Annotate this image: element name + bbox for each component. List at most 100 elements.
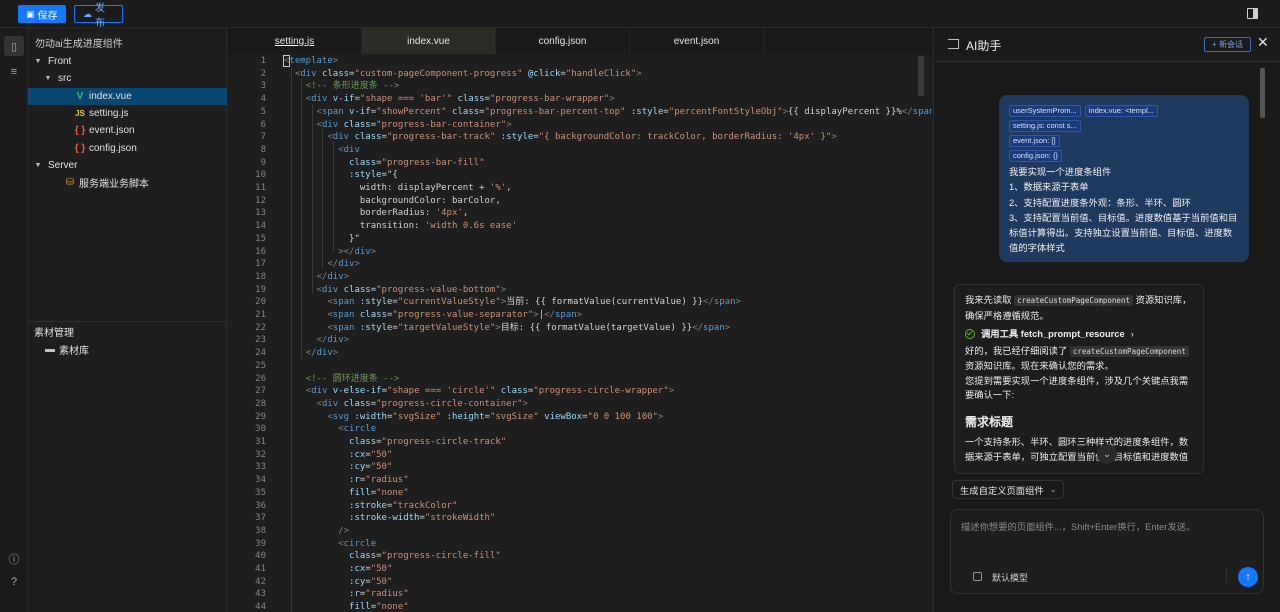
vue-file-icon: V (76, 90, 84, 102)
tree-item[interactable]: { } config.json (28, 140, 227, 157)
files-icon[interactable]: ▯ (4, 36, 24, 56)
activity-bar: ▯ ≡ ⓘ ? (0, 28, 28, 612)
tree-item[interactable]: Vindex.vue (28, 87, 227, 105)
code-line: 17 </div> (228, 258, 908, 271)
info-icon[interactable]: ⓘ (4, 549, 24, 569)
json-file-icon: { } (74, 125, 86, 137)
code-text: borderRadius: '4px', (284, 208, 469, 219)
code-line: 23 </div> (228, 334, 908, 347)
model-icon (973, 572, 982, 581)
code-line: 2 <div class="custom-pageComponent-progr… (228, 68, 908, 81)
context-chip[interactable]: index.vue: <templ... (1084, 105, 1159, 117)
layout-toggle-icon[interactable] (1247, 8, 1258, 19)
editor-scrollbar[interactable] (918, 56, 924, 96)
line-number: 26 (255, 373, 266, 384)
editor-tab[interactable]: event.json (630, 28, 764, 54)
context-chip[interactable]: config.json: {} (1009, 150, 1063, 162)
file-explorer: 勿动ai生成进度组件 ▼ Front ▼ src Vindex.vue JS setting… (28, 28, 227, 612)
line-number: 25 (255, 360, 266, 371)
line-number: 24 (255, 348, 266, 359)
code-line: 10 :style="{ (228, 169, 908, 182)
scroll-down-button[interactable]: ⌄ (1097, 444, 1117, 464)
editor-tab[interactable]: index.vue (362, 28, 496, 54)
code-text: <div v-else-if="shape === 'circle'" clas… (305, 386, 675, 397)
cloud-upload-icon: ☁ (83, 8, 92, 19)
tree-item[interactable]: JS setting.js (28, 105, 227, 122)
user-message-text: 我要实现一个进度条组件 1、数据来源于表单 2、支持配置进度条外观：条形、半环、圆环… (1009, 165, 1239, 257)
code-text: class="progress-circle-track" (349, 437, 507, 447)
chevron-down-icon: ▼ (44, 75, 52, 83)
tree-item[interactable]: ▼ Front (28, 53, 227, 70)
line-number: 33 (255, 462, 266, 473)
code-line: 30 <circle (228, 423, 908, 436)
chevron-down-icon: ▼ (34, 161, 42, 169)
save-button[interactable]: ▣ 保存 (18, 5, 66, 23)
code-text: fill="none" (349, 487, 409, 498)
top-toolbar: ▣ 保存 ☁ 发布 (0, 0, 1280, 29)
code-text: <circle (338, 424, 377, 435)
intro-text: 我来先读取 (965, 295, 1012, 305)
line-number: 13 (255, 208, 266, 219)
code-line: 35 fill="none" (228, 487, 908, 500)
mode-select-value: 生成自定义页面组件 (960, 485, 1044, 496)
line-number: 6 (260, 119, 266, 130)
code-text: :style="{ (349, 170, 398, 181)
read-text: 好的，我已经仔细阅读了 (965, 345, 1068, 356)
chat-input-box: 默认模型 ↑ (950, 509, 1264, 594)
editor-tab[interactable]: setting.js (228, 28, 362, 54)
close-icon[interactable]: ✕ (1257, 34, 1269, 51)
code-line: 42 :cy="50" (228, 576, 908, 589)
code-text: ></div> (338, 246, 377, 257)
code-text: </div> (305, 348, 339, 359)
tree-item-label: setting.js (89, 107, 129, 119)
folder-icon: ▬ (45, 344, 55, 355)
code-text: <circle (338, 538, 377, 549)
publish-button[interactable]: ☁ 发布 (74, 3, 123, 29)
send-button[interactable]: ↑ (1238, 567, 1258, 587)
line-number: 11 (255, 183, 266, 193)
database-icon[interactable]: ≡ (4, 62, 24, 82)
context-chip[interactable]: setting.js: const s... (1009, 120, 1081, 132)
ai-sidebar-icon (948, 39, 959, 49)
context-chip[interactable]: userSystemProm... (1009, 105, 1081, 117)
tree-item[interactable]: ⛁ 服务端业务脚本 (28, 174, 227, 191)
tree-item[interactable]: ▼ Server (28, 157, 227, 174)
code-area[interactable]: 1 <template> 2 <div class="custom-pageComp… (228, 54, 932, 612)
code-line: 21 <span class="progress-value-separator… (228, 309, 908, 322)
code-line: 22 <span :style="targetValueStyle">目标: {… (228, 322, 908, 335)
tool-call-row[interactable]: 调用工具 fetch_prompt_resource › (965, 327, 1193, 342)
materials-section-header[interactable]: 素材管理 (28, 321, 227, 341)
code-text: <!-- 圆环进度条 --> (284, 373, 400, 384)
chat-input[interactable] (961, 519, 1251, 549)
line-number: 17 (255, 259, 266, 270)
code-line: 41 :cx="50" (228, 563, 908, 576)
context-chip-row: event.json: [] (1009, 135, 1239, 147)
context-chip[interactable]: event.json: [] (1009, 135, 1060, 147)
code-line: 37 :stroke-width="strokeWidth" (228, 512, 908, 525)
code-text: transition: 'width 0.6s ease' (284, 221, 518, 232)
materials-library-item[interactable]: ▬ 素材库 (28, 341, 227, 358)
chat-scrollbar[interactable] (1260, 68, 1265, 118)
editor-tabs: setting.js index.vue config.json event.json (228, 28, 932, 54)
code-text: width: displayPercent + '%', (284, 183, 512, 193)
code-line: 38 /> (228, 525, 908, 538)
code-text: <div v-if="shape === 'bar'" class="progr… (305, 94, 615, 105)
json-file-icon: { } (74, 142, 86, 154)
tree-item[interactable]: { } event.json (28, 122, 227, 139)
tool-call-label: 调用工具 fetch_prompt_resource (981, 329, 1125, 339)
code-line: 43 :r="radius" (228, 588, 908, 601)
line-number: 1 (260, 56, 266, 66)
code-text: :r="radius" (349, 475, 409, 486)
tree-item[interactable]: ▼ src (28, 70, 227, 87)
model-select[interactable]: 默认模型 (992, 571, 1028, 584)
line-number: 19 (255, 284, 266, 295)
mode-select[interactable]: 生成自定义页面组件 ⌄ (952, 480, 1064, 499)
code-text: :r="radius" (349, 589, 409, 600)
code-line: 7 <div class="progress-bar-track" :style… (228, 131, 908, 144)
help-icon[interactable]: ? (4, 572, 24, 592)
new-chat-button[interactable]: + 新会话 (1204, 37, 1251, 52)
user-message-line: 2、支持配置进度条外观：条形、半环、圆环 (1009, 197, 1191, 208)
code-text: :cy="50" (349, 576, 393, 587)
read-text-after: 资源知识库。现在来确认您的需求。 (965, 361, 1114, 371)
editor-tab[interactable]: config.json (496, 28, 630, 54)
